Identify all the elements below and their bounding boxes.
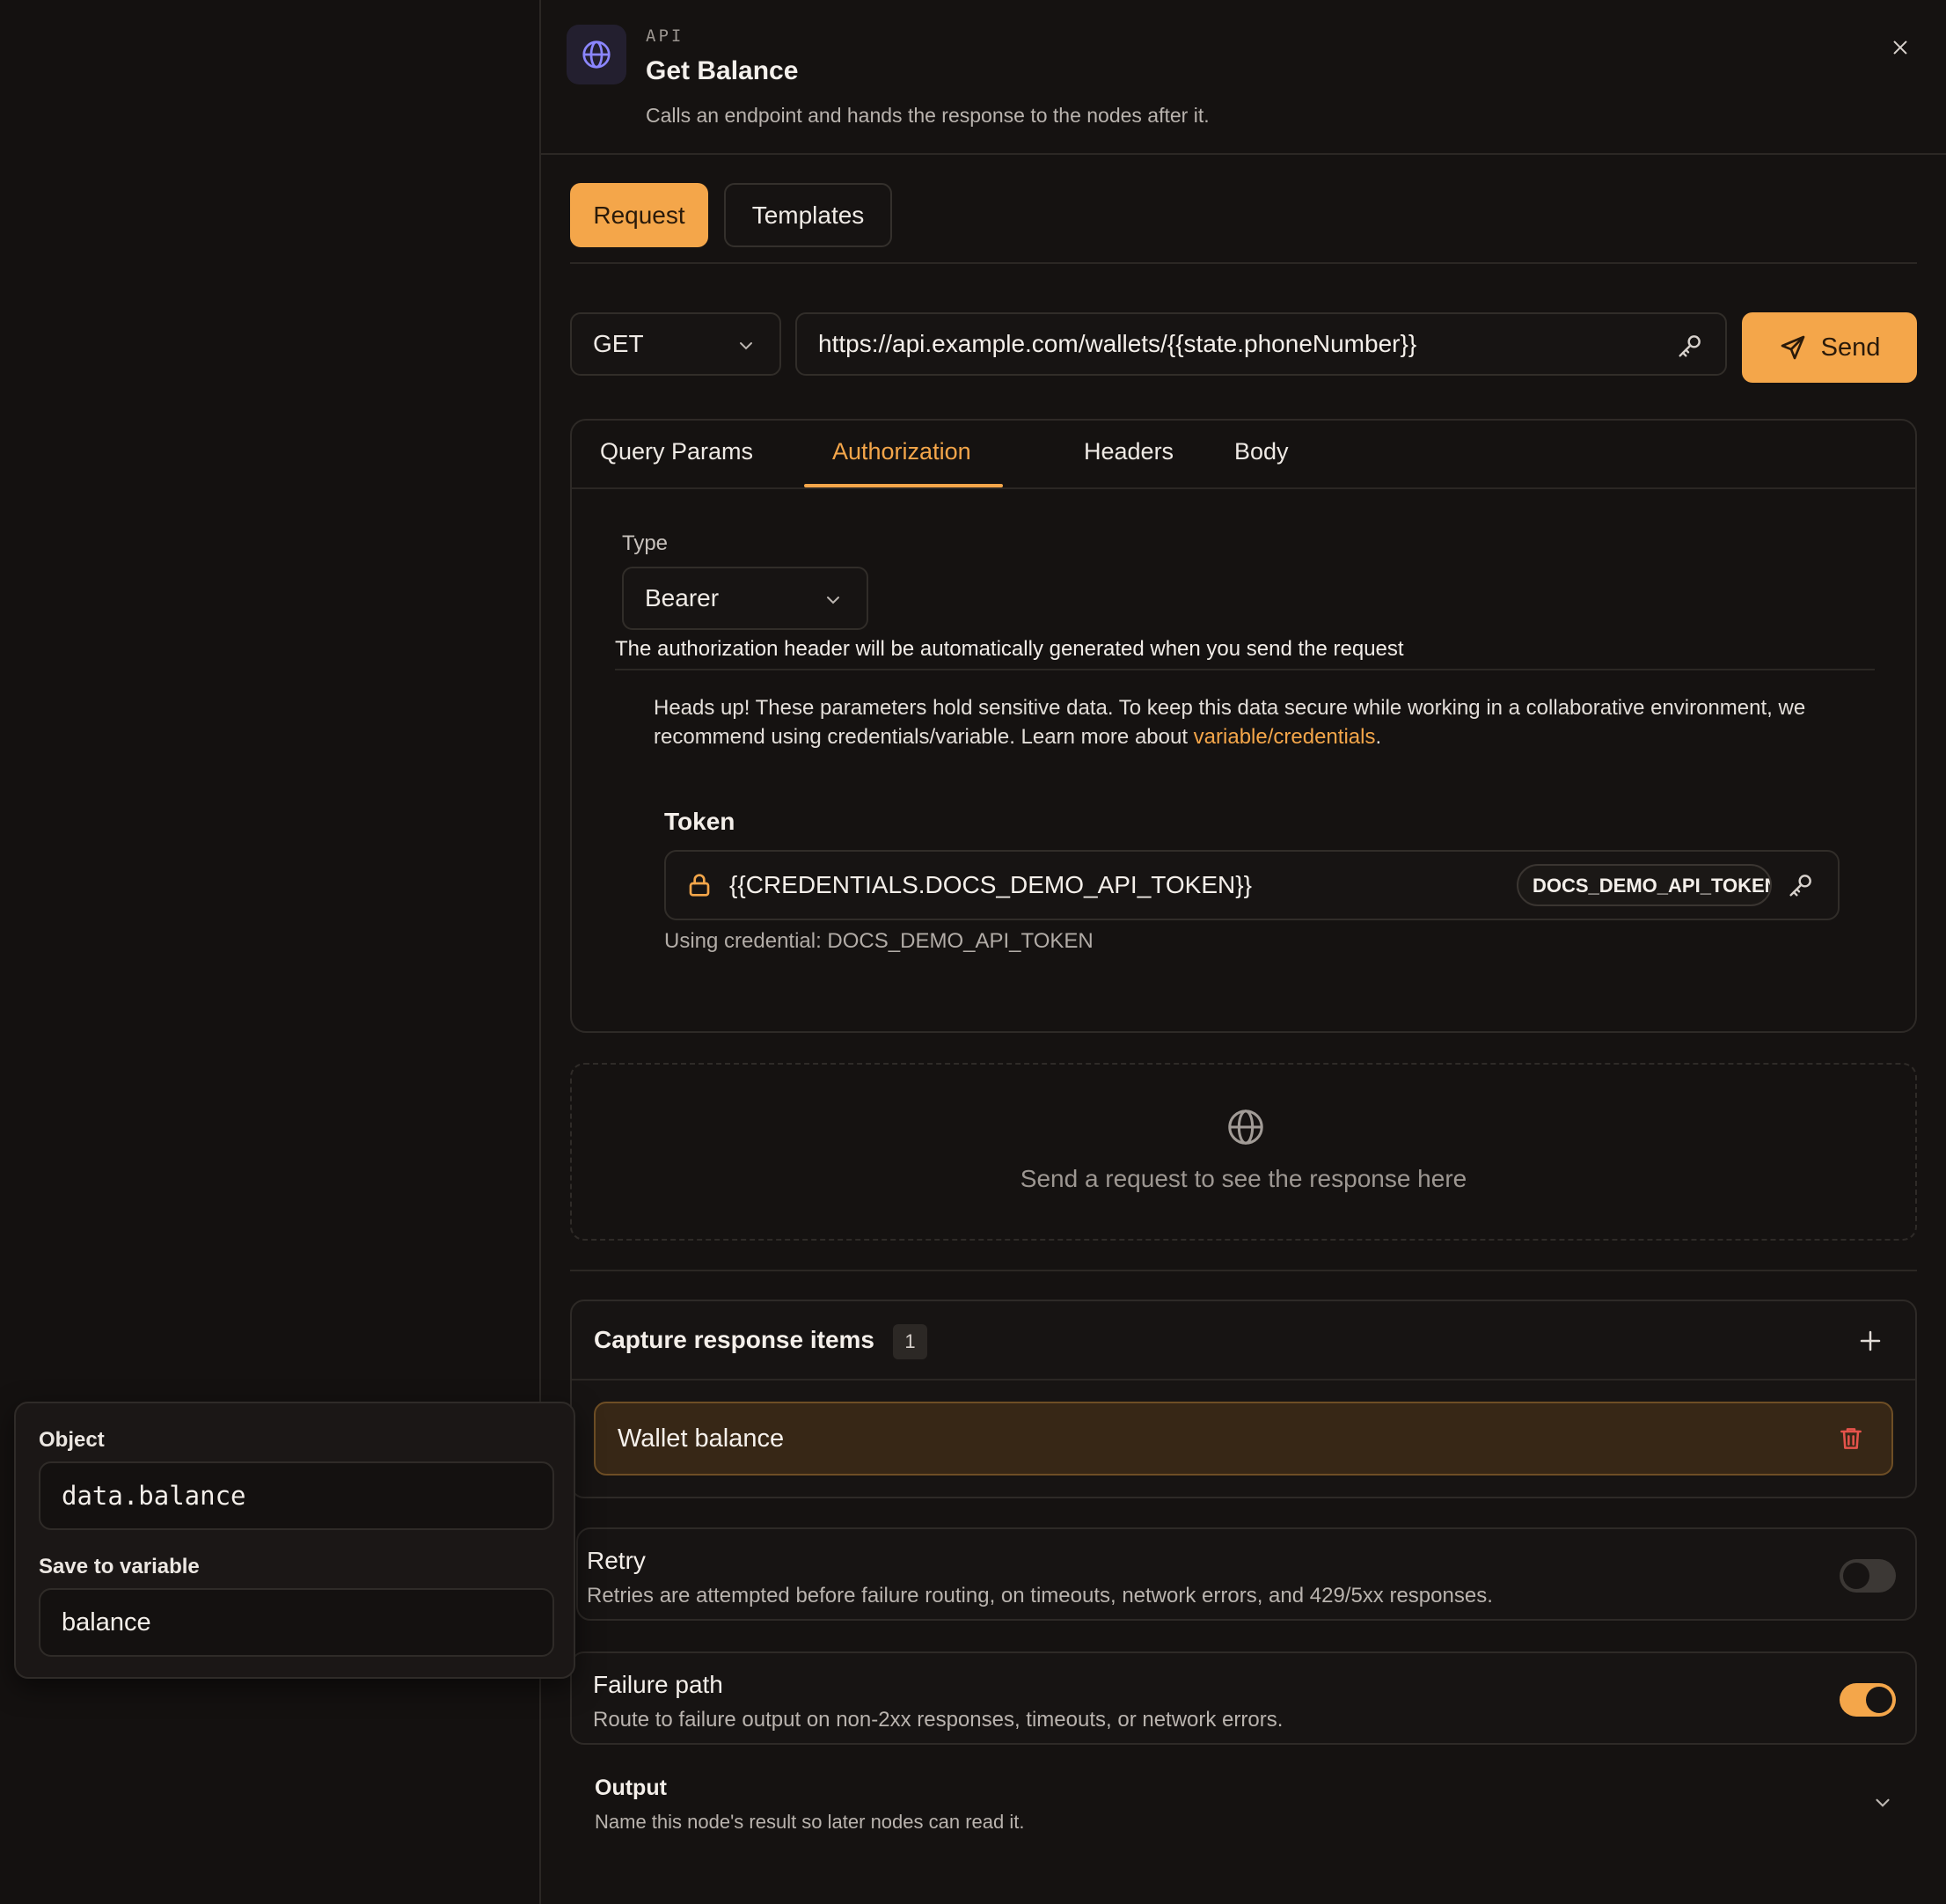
auth-type-label: Type: [622, 531, 669, 555]
tab-request[interactable]: Request: [570, 183, 708, 247]
toggle-knob: [1866, 1687, 1892, 1713]
credentials-link[interactable]: variable/credentials: [1194, 725, 1376, 749]
chevron-down-icon: [1876, 1798, 1890, 1807]
globe-icon: [1228, 1109, 1263, 1145]
variable-label: Save to variable: [39, 1555, 200, 1578]
capture-count-badge: 1: [893, 1324, 927, 1359]
retry-option: Retry Retries are attempted before failu…: [576, 1527, 1917, 1621]
tab-body[interactable]: Body: [1234, 438, 1289, 465]
capture-header: Capture response items 1: [572, 1301, 1915, 1380]
response-placeholder-text: Send a request to see the response here: [1020, 1165, 1467, 1192]
key-icon[interactable]: [1787, 871, 1815, 899]
failure-title: Failure path: [593, 1671, 723, 1698]
node-title: Get Balance: [646, 56, 799, 85]
output-title: Output: [595, 1776, 667, 1800]
tab-authorization[interactable]: Authorization: [832, 438, 971, 465]
method-value: GET: [593, 330, 644, 357]
output-description: Name this node's result so later nodes c…: [595, 1811, 1025, 1833]
output-section[interactable]: Output Name this node's result so later …: [570, 1760, 1917, 1848]
auth-note: The authorization header will be automat…: [615, 637, 1875, 670]
lock-icon: [689, 874, 710, 897]
globe-icon: [567, 25, 626, 84]
token-label: Token: [664, 808, 735, 835]
object-input[interactable]: data.balance: [39, 1461, 554, 1530]
chevron-down-icon: [740, 342, 752, 350]
credential-status: Using credential: DOCS_DEMO_API_TOKEN: [664, 929, 1094, 953]
capture-response-card: Capture response items 1 Wallet balance: [570, 1300, 1917, 1498]
close-icon: [1893, 40, 1907, 55]
node-config-panel: API Get Balance Calls an endpoint and ha…: [539, 0, 1946, 1904]
capture-item-label: Wallet balance: [618, 1424, 785, 1453]
key-icon[interactable]: [1676, 332, 1704, 360]
capture-item-editor: Object data.balance Save to variable bal…: [14, 1402, 575, 1679]
sensitive-data-warning: Heads up! These parameters hold sensitiv…: [654, 693, 1868, 751]
divider: [570, 1270, 1917, 1271]
auth-type-select[interactable]: Bearer: [622, 567, 868, 630]
token-value: {{CREDENTIALS.DOCS_DEMO_API_TOKEN}}: [729, 871, 1252, 898]
auth-type-value: Bearer: [645, 584, 720, 611]
node-type-label: API: [646, 26, 684, 46]
warning-end: .: [1375, 725, 1382, 749]
panel-header: API Get Balance Calls an endpoint and ha…: [541, 0, 1946, 155]
close-button[interactable]: [1884, 32, 1916, 63]
request-config-card: Query Params Authorization Headers Body …: [570, 419, 1917, 1033]
chevron-down-icon: [827, 597, 839, 604]
retry-description: Retries are attempted before failure rou…: [587, 1584, 1493, 1607]
failure-description: Route to failure output on non-2xx respo…: [593, 1708, 1284, 1732]
top-tabs: Request Templates: [570, 183, 1917, 264]
capture-item[interactable]: Wallet balance: [594, 1402, 1893, 1476]
failure-path-option: Failure path Route to failure output on …: [570, 1651, 1917, 1745]
send-icon: [1781, 335, 1804, 360]
send-button[interactable]: Send: [1742, 312, 1917, 383]
trash-icon[interactable]: [1837, 1424, 1865, 1453]
response-placeholder: Send a request to see the response here: [570, 1063, 1917, 1241]
active-tab-indicator: [804, 484, 1003, 487]
url-value: https://api.example.com/wallets/{{state.…: [818, 330, 1417, 357]
url-input[interactable]: https://api.example.com/wallets/{{state.…: [795, 312, 1727, 376]
token-input[interactable]: {{CREDENTIALS.DOCS_DEMO_API_TOKEN}} DOCS…: [664, 850, 1840, 920]
variable-input[interactable]: balance: [39, 1588, 554, 1657]
object-label: Object: [39, 1428, 105, 1452]
retry-title: Retry: [587, 1547, 646, 1574]
tab-query-params[interactable]: Query Params: [600, 438, 753, 465]
plus-icon[interactable]: [1857, 1328, 1884, 1354]
credential-chip[interactable]: DOCS_DEMO_API_TOKEN: [1517, 864, 1772, 906]
tab-templates[interactable]: Templates: [724, 183, 892, 247]
node-description: Calls an endpoint and hands the response…: [646, 104, 1210, 127]
tab-headers[interactable]: Headers: [1084, 438, 1174, 465]
failure-toggle[interactable]: [1840, 1683, 1896, 1717]
method-select[interactable]: GET: [570, 312, 781, 376]
request-subtabs: Query Params Authorization Headers Body: [572, 421, 1915, 489]
toggle-knob: [1843, 1563, 1869, 1589]
send-label: Send: [1820, 333, 1881, 362]
retry-toggle[interactable]: [1840, 1559, 1896, 1593]
capture-title: Capture response items: [594, 1326, 874, 1353]
